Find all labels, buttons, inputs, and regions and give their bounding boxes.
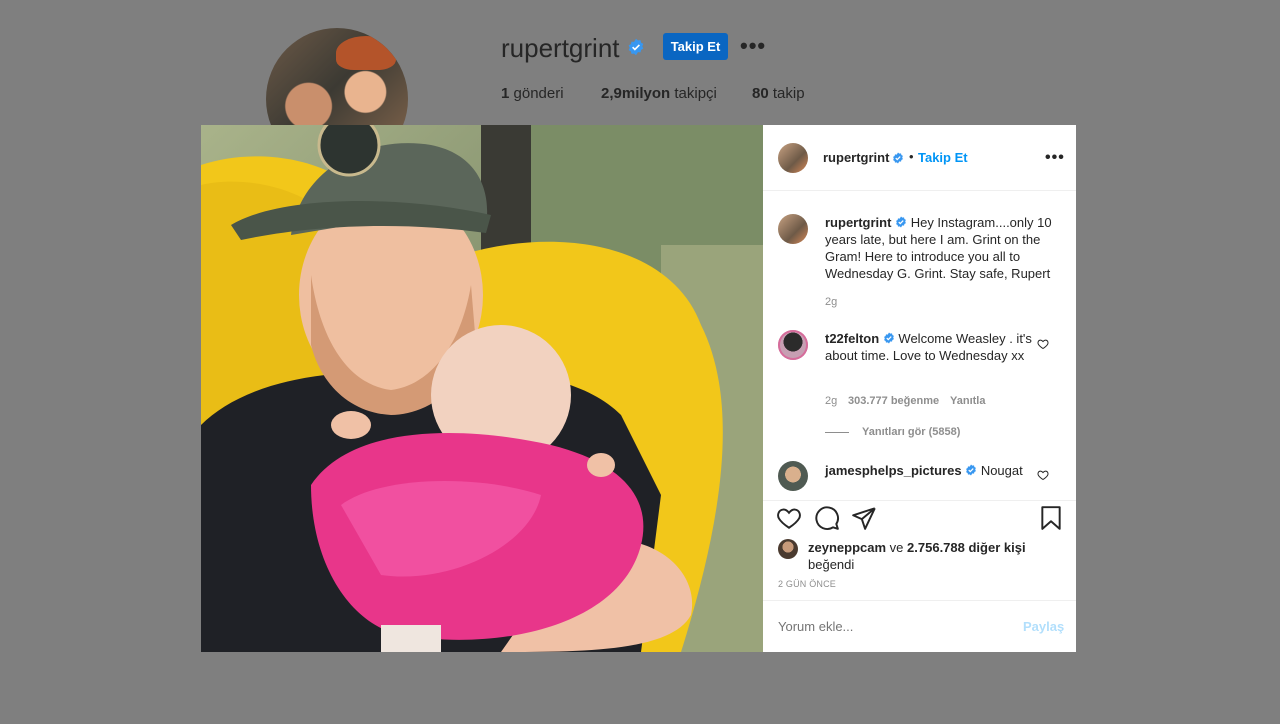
stat-followers[interactable]: 2,9milyon takipçi: [601, 85, 717, 102]
profile-more-options-icon[interactable]: •••: [740, 35, 766, 57]
add-comment-bar: Paylaş: [763, 600, 1076, 652]
verified-badge-icon: [893, 152, 903, 164]
comment-like-heart-icon[interactable]: [1037, 469, 1049, 481]
comment-avatar[interactable]: [778, 461, 808, 491]
more-options-icon[interactable]: •••: [1045, 149, 1065, 167]
post-photo-illustration: [201, 125, 763, 652]
comment-username[interactable]: t22felton: [825, 331, 879, 346]
post-side-panel: rupertgrint • Takip Et ••• rupertgrint H…: [763, 125, 1076, 652]
comment-input[interactable]: [778, 619, 1008, 634]
post-header: rupertgrint • Takip Et •••: [763, 125, 1076, 191]
reply-button[interactable]: Yanıtla: [950, 395, 985, 407]
comment-text: Nougat: [980, 463, 1023, 478]
comment-like-heart-icon[interactable]: [1037, 338, 1049, 350]
view-replies-button[interactable]: Yanıtları gör (5858): [862, 426, 960, 438]
post-follow-button[interactable]: Takip Et: [918, 150, 968, 165]
separator-dot: •: [909, 149, 914, 164]
post-author-avatar[interactable]: [778, 143, 808, 173]
profile-username: rupertgrint: [501, 33, 620, 63]
post-author-username[interactable]: rupertgrint: [823, 150, 889, 165]
comment-username[interactable]: jamesphelps_pictures: [825, 463, 962, 478]
post-comment-button[interactable]: Paylaş: [1023, 619, 1064, 634]
stat-following[interactable]: 80 takip: [752, 85, 805, 102]
post-caption: rupertgrint Hey Instagram....only 10 yea…: [825, 214, 1053, 282]
replies-divider: [825, 432, 849, 433]
bookmark-icon[interactable]: [1038, 505, 1064, 531]
comment-body: jamesphelps_pictures Nougat: [825, 462, 1035, 479]
post-timestamp: 2 GÜN ÖNCE: [778, 579, 837, 589]
comment-time: 2g: [825, 395, 838, 407]
heart-icon[interactable]: [776, 505, 802, 531]
profile-follow-button[interactable]: Takip Et: [663, 33, 728, 60]
caption-username[interactable]: rupertgrint: [825, 215, 891, 230]
verified-badge-icon: [628, 38, 644, 56]
post-photo[interactable]: [201, 125, 763, 652]
verified-badge-icon: [966, 464, 977, 476]
caption-time: 2g: [825, 296, 838, 308]
verified-badge-icon: [883, 332, 894, 344]
comment-like-count[interactable]: 303.777 beğenme: [848, 395, 939, 407]
stat-posts: 1 gönderi: [501, 85, 564, 102]
share-icon[interactable]: [851, 505, 877, 531]
liker-avatar[interactable]: [778, 539, 798, 559]
likes-summary[interactable]: zeyneppcam ve 2.756.788 diğer kişi beğen…: [808, 539, 1026, 573]
verified-badge-icon: [896, 216, 906, 228]
caption-author-avatar[interactable]: [778, 214, 808, 244]
comment-avatar[interactable]: [778, 330, 808, 360]
comment-body: t22felton Welcome Weasley . it's about t…: [825, 330, 1035, 364]
comment-icon[interactable]: [814, 505, 840, 531]
